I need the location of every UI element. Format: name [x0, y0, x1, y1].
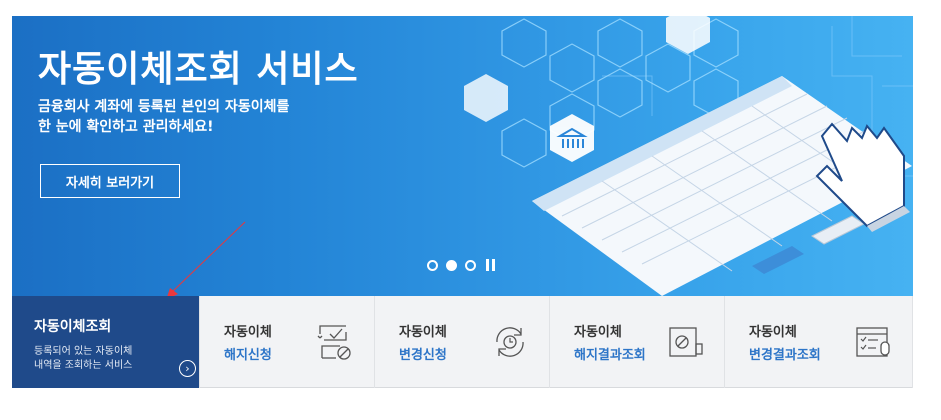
- menu-item-line2: 해지결과조회: [574, 348, 646, 363]
- menu-item-cancel-result[interactable]: 자동이체 해지결과조회: [550, 296, 725, 388]
- hero-subtitle-line2: 한 눈에 확인하고 관리하세요!: [38, 119, 214, 135]
- chevron-right-circle-icon[interactable]: ›: [179, 360, 196, 377]
- pager-dot-1[interactable]: [427, 259, 438, 271]
- menu-item-line2: 변경신청: [399, 348, 447, 363]
- menu-item-line1: 자동이체: [399, 325, 447, 340]
- pointer-hand-icon: [815, 122, 910, 232]
- menu-item-line1: 자동이체: [224, 325, 272, 340]
- menu-item-transfer-inquiry[interactable]: 자동이체조회 등록되어 있는 자동이체 내역을 조회하는 서비스 ›: [12, 296, 200, 388]
- menu-item-desc-line2: 내역을 조회하는 서비스: [34, 360, 133, 371]
- pause-icon[interactable]: [486, 259, 495, 271]
- menu-item-change-result[interactable]: 자동이체 변경결과조회: [725, 296, 913, 388]
- menu-item-line1: 자동이체: [574, 325, 622, 340]
- menu-item-cancel-request[interactable]: 자동이체 해지신청: [200, 296, 375, 388]
- menu-item-line2: 해지신청: [224, 348, 272, 363]
- slide-pager: [427, 259, 495, 271]
- pager-dot-3[interactable]: [465, 259, 476, 271]
- hero-title: 자동이체조회 서비스: [38, 49, 359, 90]
- detail-button-arrow-icon: [158, 190, 180, 198]
- hero-banner: 자동이체조회 서비스 금융회사 계좌에 등록된 본인의 자동이체를 한 눈에 확…: [12, 16, 913, 296]
- hero-illustration: [464, 16, 913, 296]
- clock-refresh-icon: [496, 327, 524, 357]
- cancel-result-icon: [669, 327, 703, 357]
- document-cancel-icon: [317, 325, 351, 360]
- menu-item-line1: 자동이체: [749, 325, 797, 340]
- detail-button-label: 자세히 보러가기: [65, 175, 155, 191]
- hero-subtitle-line1: 금융회사 계좌에 등록된 본인의 자동이체를: [38, 99, 290, 115]
- menu-item-line2: 변경결과조회: [749, 348, 821, 363]
- checklist-result-icon: [856, 327, 890, 357]
- detail-button[interactable]: 자세히 보러가기: [40, 164, 180, 198]
- menu-item-desc-line1: 등록되어 있는 자동이체: [34, 346, 133, 357]
- service-menu: 자동이체조회 등록되어 있는 자동이체 내역을 조회하는 서비스 › 자동이체 …: [12, 296, 913, 388]
- page: 자동이체조회 서비스 금융회사 계좌에 등록된 본인의 자동이체를 한 눈에 확…: [0, 0, 941, 420]
- menu-item-change-request[interactable]: 자동이체 변경신청: [375, 296, 550, 388]
- pager-dot-2[interactable]: [446, 259, 457, 271]
- menu-item-title: 자동이체조회: [34, 319, 112, 335]
